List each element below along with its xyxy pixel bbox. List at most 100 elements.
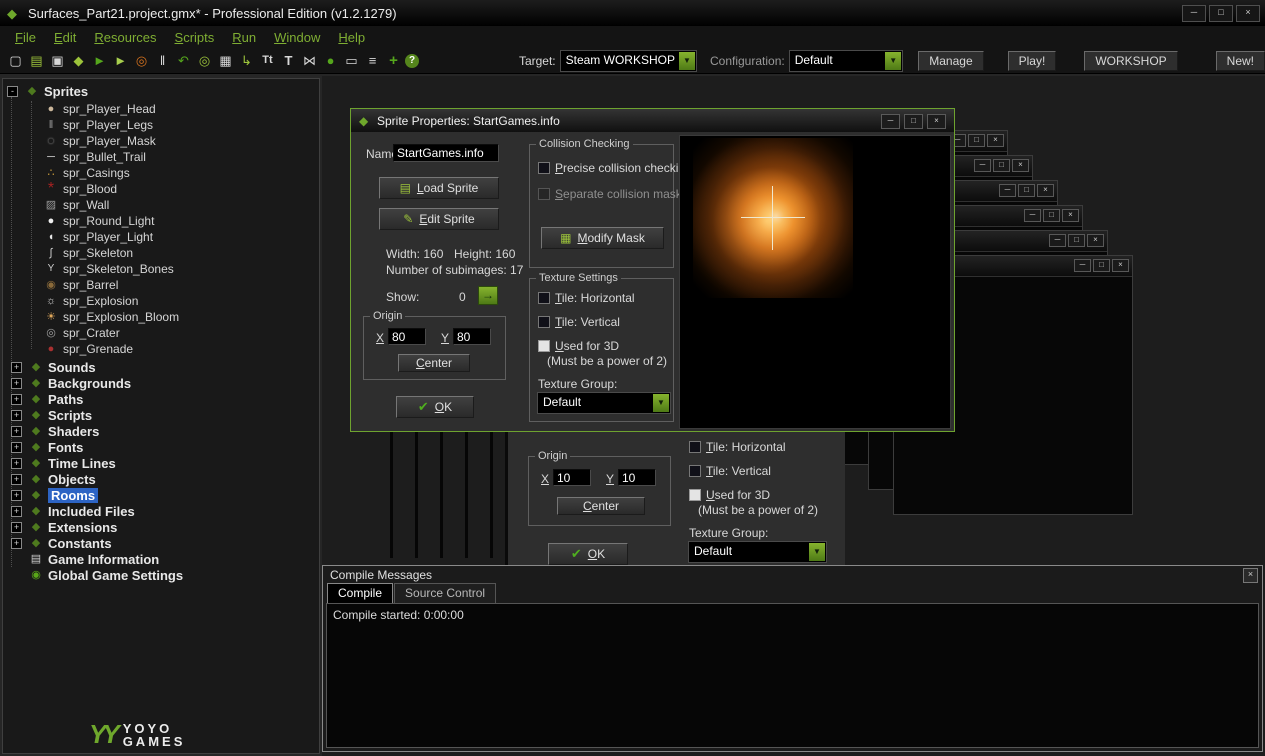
- edit-sprite-button[interactable]: ✎ Edit Sprite: [379, 208, 499, 230]
- menu-file[interactable]: File: [6, 28, 45, 47]
- origin-y-input[interactable]: [618, 469, 656, 486]
- sidebar-item-sounds[interactable]: + ◆ Sounds: [3, 359, 319, 375]
- origin-y-input[interactable]: [453, 328, 491, 345]
- origin-x-input[interactable]: [553, 469, 591, 486]
- tree-item[interactable]: * spr_Blood: [3, 181, 319, 197]
- tree-item[interactable]: Y spr_Skeleton_Bones: [3, 261, 319, 277]
- collapse-expander-icon[interactable]: -: [7, 86, 18, 97]
- tree-item[interactable]: ● spr_Round_Light: [3, 213, 319, 229]
- image-icon[interactable]: ▦: [216, 52, 235, 69]
- configuration-dropdown[interactable]: Default ▼: [790, 51, 903, 71]
- font-icon[interactable]: Tt: [258, 52, 277, 69]
- create-executable-icon[interactable]: ◆: [69, 52, 88, 69]
- minimize-icon[interactable]: ─: [1049, 234, 1066, 247]
- expand-expander-icon[interactable]: +: [11, 442, 22, 453]
- minimize-icon[interactable]: ─: [974, 159, 991, 172]
- target-icon[interactable]: ◎: [195, 52, 214, 69]
- close-icon[interactable]: ×: [1243, 568, 1258, 583]
- maximize-icon[interactable]: □: [993, 159, 1010, 172]
- minimize-icon[interactable]: ─: [999, 184, 1016, 197]
- expand-expander-icon[interactable]: +: [11, 378, 22, 389]
- close-icon[interactable]: ×: [927, 114, 946, 129]
- separate-masks-checkbox[interactable]: [538, 188, 550, 200]
- close-icon[interactable]: ×: [1087, 234, 1104, 247]
- tree-item[interactable]: ◎ spr_Crater: [3, 325, 319, 341]
- expand-expander-icon[interactable]: +: [11, 490, 22, 501]
- expand-expander-icon[interactable]: +: [11, 426, 22, 437]
- sidebar-item-global-game-settings[interactable]: ◉ Global Game Settings: [3, 567, 319, 583]
- record-icon[interactable]: ◎: [132, 52, 151, 69]
- run-icon[interactable]: ►: [90, 52, 109, 69]
- sidebar-item-shaders[interactable]: + ◆ Shaders: [3, 423, 319, 439]
- sidebar-item-included-files[interactable]: + ◆ Included Files: [3, 503, 319, 519]
- close-icon[interactable]: ×: [1062, 209, 1079, 222]
- maximize-icon[interactable]: □: [1043, 209, 1060, 222]
- maximize-icon[interactable]: □: [1068, 234, 1085, 247]
- chevron-down-icon[interactable]: ▼: [809, 543, 825, 561]
- close-icon[interactable]: ×: [1037, 184, 1054, 197]
- expand-expander-icon[interactable]: +: [11, 410, 22, 421]
- sidebar-item-rooms[interactable]: + ◆ Rooms: [3, 487, 319, 503]
- maximize-icon[interactable]: □: [1209, 5, 1233, 22]
- maximize-icon[interactable]: □: [1093, 259, 1110, 272]
- chevron-down-icon[interactable]: ▼: [653, 394, 669, 412]
- help-icon[interactable]: ?: [405, 54, 419, 68]
- sidebar-item-backgrounds[interactable]: + ◆ Backgrounds: [3, 375, 319, 391]
- center-button[interactable]: Center: [398, 354, 470, 372]
- next-frame-arrow-icon[interactable]: →: [478, 286, 498, 305]
- used-for-3d-checkbox[interactable]: [689, 489, 701, 501]
- close-icon[interactable]: ×: [1012, 159, 1029, 172]
- window-frame-icon[interactable]: ▭: [342, 52, 361, 69]
- ok-button[interactable]: ✔ OK: [548, 543, 628, 565]
- open-project-icon[interactable]: ▤: [27, 52, 46, 69]
- menu-run[interactable]: Run: [223, 28, 265, 47]
- minimize-icon[interactable]: ─: [881, 114, 900, 129]
- sidebar-item-paths[interactable]: + ◆ Paths: [3, 391, 319, 407]
- menu-scripts[interactable]: Scripts: [166, 28, 224, 47]
- add-icon[interactable]: +: [384, 52, 403, 69]
- run-debug-icon[interactable]: ►: [111, 52, 130, 69]
- load-sprite-button[interactable]: ▤ Load Sprite: [379, 177, 499, 199]
- modify-mask-button[interactable]: ▦ Modify Mask: [541, 227, 664, 249]
- sidebar-item-time-lines[interactable]: + ◆ Time Lines: [3, 455, 319, 471]
- tree-item[interactable]: ‖ spr_Player_Legs: [3, 117, 319, 133]
- minimize-icon[interactable]: ─: [1074, 259, 1091, 272]
- sidebar-item-fonts[interactable]: + ◆ Fonts: [3, 439, 319, 455]
- sidebar-item-scripts[interactable]: + ◆ Scripts: [3, 407, 319, 423]
- tree-item[interactable]: ∴ spr_Casings: [3, 165, 319, 181]
- expand-expander-icon[interactable]: +: [11, 522, 22, 533]
- hourglass-icon[interactable]: ⋈: [300, 52, 319, 69]
- texture-group-dropdown[interactable]: Default ▼: [689, 542, 826, 562]
- close-icon[interactable]: ×: [1236, 5, 1260, 22]
- maximize-icon[interactable]: □: [1018, 184, 1035, 197]
- tree-item[interactable]: ● spr_Player_Mask: [3, 133, 319, 149]
- tree-item[interactable]: ─ spr_Bullet_Trail: [3, 149, 319, 165]
- text-icon[interactable]: T: [279, 52, 298, 69]
- workshop-button[interactable]: WORKSHOP: [1084, 51, 1177, 71]
- tree-item[interactable]: ● spr_Grenade: [3, 341, 319, 357]
- menu-window[interactable]: Window: [265, 28, 329, 47]
- expand-expander-icon[interactable]: +: [11, 362, 22, 373]
- tree-item[interactable]: ● spr_Player_Head: [3, 101, 319, 117]
- pause-icon[interactable]: ‖: [153, 52, 172, 69]
- chevron-down-icon[interactable]: ▼: [885, 52, 901, 70]
- menu-help[interactable]: Help: [329, 28, 374, 47]
- expand-expander-icon[interactable]: +: [11, 506, 22, 517]
- tree-item[interactable]: ▨ spr_Wall: [3, 197, 319, 213]
- tree-item[interactable]: ☀ spr_Explosion_Bloom: [3, 309, 319, 325]
- tree-item[interactable]: ☼ spr_Explosion: [3, 293, 319, 309]
- used-for-3d-checkbox[interactable]: [538, 340, 550, 352]
- expand-expander-icon[interactable]: +: [11, 538, 22, 549]
- sprite-properties-dialog-background[interactable]: Origin X Y Center ✔ OK Tile: Horizontal …: [505, 432, 845, 565]
- sidebar-item-sprites[interactable]: - ◆ Sprites: [7, 83, 88, 99]
- branch-icon[interactable]: ↳: [237, 52, 256, 69]
- center-button[interactable]: Center: [557, 497, 645, 515]
- tile-vertical-checkbox[interactable]: [538, 316, 550, 328]
- precise-collision-checkbox[interactable]: [538, 162, 550, 174]
- sprite-properties-dialog[interactable]: ◆ Sprite Properties: StartGames.info ─ □…: [350, 108, 955, 432]
- main-titlebar[interactable]: ◆ Surfaces_Part21.project.gmx* - Profess…: [0, 0, 1265, 26]
- tab-compile[interactable]: Compile: [327, 583, 393, 603]
- play-button[interactable]: Play!: [1008, 51, 1057, 71]
- list-icon[interactable]: ≡: [363, 52, 382, 69]
- sidebar-item-game-information[interactable]: ▤ Game Information: [3, 551, 319, 567]
